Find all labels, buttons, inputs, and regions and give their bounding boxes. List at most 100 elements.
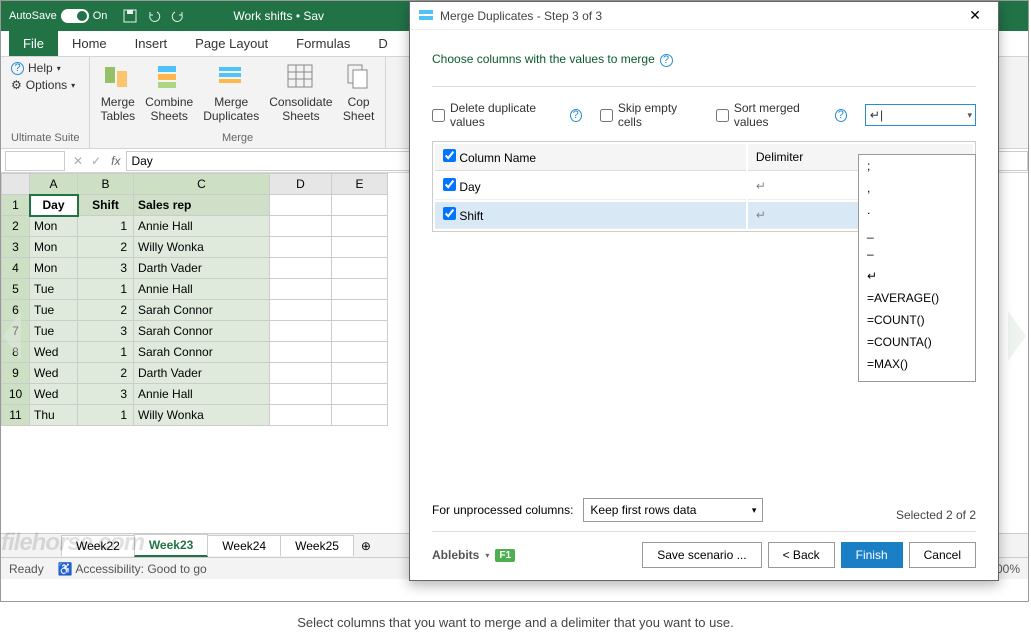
cell[interactable]: Wed	[30, 384, 78, 405]
select-all-checkbox[interactable]	[443, 149, 456, 162]
finish-button[interactable]: Finish	[841, 542, 903, 568]
cell[interactable]: 2	[78, 237, 134, 258]
cell[interactable]: Sarah Connor	[134, 342, 270, 363]
cell[interactable]: Thu	[30, 405, 78, 426]
cell[interactable]: Tue	[30, 279, 78, 300]
cell[interactable]: 2	[78, 300, 134, 321]
cell[interactable]	[270, 363, 332, 384]
cell[interactable]	[332, 279, 388, 300]
skip-empty-checkbox[interactable]: Skip empty cells	[600, 101, 698, 129]
combine-sheets-button[interactable]: Combine Sheets	[145, 61, 193, 123]
cell[interactable]	[270, 195, 332, 216]
cell[interactable]	[332, 216, 388, 237]
merge-duplicates-button[interactable]: Merge Duplicates	[203, 61, 259, 123]
delimiter-options-list[interactable]: ;,._–↵=AVERAGE()=COUNT()=COUNTA()=MAX()=…	[858, 154, 976, 382]
cancel-icon[interactable]: ✕	[73, 154, 83, 168]
f1-badge[interactable]: F1	[495, 549, 515, 562]
cell[interactable]	[332, 300, 388, 321]
cell[interactable]: 3	[78, 321, 134, 342]
cell[interactable]: 3	[78, 384, 134, 405]
delimiter-option[interactable]: _	[859, 221, 975, 243]
cell[interactable]: 1	[78, 216, 134, 237]
sort-merged-checkbox[interactable]: Sort merged values ?	[716, 101, 847, 129]
options-button[interactable]: ⚙Options ▾	[11, 78, 79, 92]
delimiter-option[interactable]: =MAX()	[859, 353, 975, 375]
cell[interactable]: 1	[78, 279, 134, 300]
sheet-tab[interactable]: Week23	[134, 534, 208, 557]
col-header[interactable]: C	[134, 174, 270, 195]
row-header[interactable]: 11	[2, 405, 30, 426]
cell[interactable]: Willy Wonka	[134, 405, 270, 426]
cell[interactable]: Day	[30, 195, 78, 216]
cell[interactable]: Willy Wonka	[134, 237, 270, 258]
row-header[interactable]: 5	[2, 279, 30, 300]
cell[interactable]: Annie Hall	[134, 216, 270, 237]
enter-icon[interactable]: ✓	[91, 154, 101, 168]
cell[interactable]	[332, 195, 388, 216]
cell[interactable]	[270, 384, 332, 405]
cell[interactable]	[270, 237, 332, 258]
cell[interactable]	[270, 321, 332, 342]
column-checkbox[interactable]	[443, 207, 456, 220]
col-header[interactable]: D	[270, 174, 332, 195]
cell[interactable]	[270, 405, 332, 426]
cell[interactable]: Tue	[30, 321, 78, 342]
tab-home[interactable]: Home	[58, 31, 121, 56]
cell[interactable]: Sales rep	[134, 195, 270, 216]
delimiter-option[interactable]: –	[859, 243, 975, 265]
tab-d[interactable]: D	[364, 31, 401, 56]
sheet-tab[interactable]: Week22	[61, 535, 135, 556]
cell[interactable]: 1	[78, 405, 134, 426]
cell[interactable]: Wed	[30, 342, 78, 363]
cell[interactable]: Mon	[30, 216, 78, 237]
row-header[interactable]: 2	[2, 216, 30, 237]
delimiter-option[interactable]: ;	[859, 155, 975, 177]
cell[interactable]: Darth Vader	[134, 258, 270, 279]
cell[interactable]	[332, 321, 388, 342]
row-header[interactable]: 1	[2, 195, 30, 216]
select-all-cell[interactable]	[2, 174, 30, 195]
cell[interactable]	[332, 405, 388, 426]
delimiter-option[interactable]: ↵	[859, 265, 975, 287]
cell[interactable]	[332, 258, 388, 279]
cell[interactable]: 2	[78, 363, 134, 384]
cell[interactable]	[270, 279, 332, 300]
cell[interactable]	[332, 342, 388, 363]
cell[interactable]: Mon	[30, 258, 78, 279]
help-icon[interactable]: ?	[835, 109, 847, 122]
delimiter-option[interactable]: ,	[859, 177, 975, 199]
undo-icon[interactable]	[147, 9, 161, 23]
row-header[interactable]: 9	[2, 363, 30, 384]
consolidate-sheets-button[interactable]: Consolidate Sheets	[269, 61, 332, 123]
cell[interactable]: Annie Hall	[134, 384, 270, 405]
help-button[interactable]: ?Help ▾	[11, 61, 79, 75]
col-header[interactable]: E	[332, 174, 388, 195]
delimiter-option[interactable]: =COUNTA()	[859, 331, 975, 353]
row-header[interactable]: 6	[2, 300, 30, 321]
cell[interactable]	[332, 384, 388, 405]
tab-file[interactable]: File	[9, 31, 58, 56]
back-button[interactable]: < Back	[768, 542, 835, 568]
tab-page-layout[interactable]: Page Layout	[181, 31, 282, 56]
col-header[interactable]: B	[78, 174, 134, 195]
delete-duplicates-checkbox[interactable]: Delete duplicate values ?	[432, 101, 582, 129]
row-header[interactable]: 3	[2, 237, 30, 258]
cell[interactable]: Sarah Connor	[134, 321, 270, 342]
cell[interactable]: Mon	[30, 237, 78, 258]
col-header[interactable]: A	[30, 174, 78, 195]
help-icon[interactable]: ?	[660, 54, 673, 67]
delimiter-option[interactable]: =MIN()	[859, 375, 975, 382]
close-button[interactable]: ✕	[960, 7, 990, 24]
chevron-down-icon[interactable]: ▾	[485, 551, 489, 560]
cell[interactable]	[270, 342, 332, 363]
cancel-button[interactable]: Cancel	[909, 542, 976, 568]
add-sheet-button[interactable]: ⊕	[353, 536, 379, 556]
accessibility-status[interactable]: ♿ Accessibility: Good to go	[58, 562, 207, 576]
delimiter-option[interactable]: =COUNT()	[859, 309, 975, 331]
cell[interactable]: Shift	[78, 195, 134, 216]
cell[interactable]: 1	[78, 342, 134, 363]
cell[interactable]	[332, 363, 388, 384]
cell[interactable]	[332, 237, 388, 258]
cell[interactable]: Annie Hall	[134, 279, 270, 300]
column-checkbox[interactable]	[443, 178, 456, 191]
